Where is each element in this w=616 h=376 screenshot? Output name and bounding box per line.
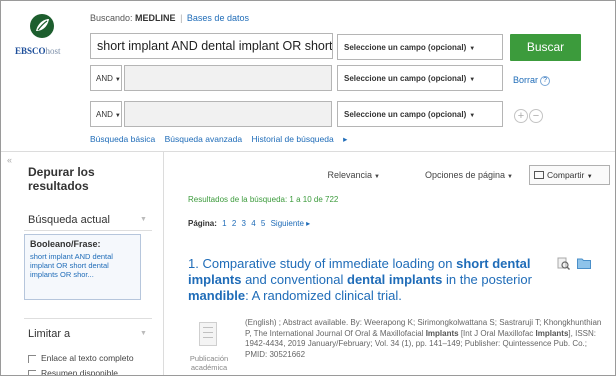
page-link-5[interactable]: 5 xyxy=(261,219,265,228)
search-input-3[interactable] xyxy=(124,101,332,127)
page-label: Página: xyxy=(188,219,217,228)
field-select-1[interactable]: Seleccione un campo (opcional) ▼ xyxy=(337,34,503,60)
result-title-link[interactable]: 1. Comparative study of immediate loadin… xyxy=(188,256,543,304)
collapse-sidebar-icon[interactable]: « xyxy=(7,155,12,165)
document-icon[interactable] xyxy=(199,322,217,346)
result-citation: (English) ; Abstract available. By: Weer… xyxy=(245,318,602,359)
checkbox-icon[interactable] xyxy=(28,369,36,375)
field-select-2[interactable]: Seleccione un campo (opcional) ▼ xyxy=(337,65,503,91)
page-link-4[interactable]: 4 xyxy=(251,219,255,228)
boolean-heading: Booleano/Frase: xyxy=(30,239,101,249)
full-text-checkbox[interactable]: Enlace al texto completo xyxy=(28,353,134,363)
triangle-right-icon: ▸ xyxy=(306,219,311,228)
ebscohost-logo[interactable]: EBSCOhost xyxy=(15,13,75,56)
page-link-1[interactable]: 1 xyxy=(222,219,226,228)
bool-operator-select-2[interactable]: AND ▼ xyxy=(90,65,122,91)
add-row-icon[interactable]: + xyxy=(514,109,528,123)
search-mode-links: Búsqueda básica Búsqueda avanzada Histor… xyxy=(90,134,361,145)
chevron-down-icon: ▼ xyxy=(469,113,476,119)
search-header: EBSCOhost Buscando: MEDLINE | Bases de d… xyxy=(1,1,615,149)
page-options-dropdown[interactable]: Opciones de página ▼ xyxy=(425,170,513,180)
ebsco-leaf-icon xyxy=(30,14,54,38)
chevron-down-icon[interactable]: ▼ xyxy=(140,216,147,223)
chevron-down-icon: ▼ xyxy=(507,174,513,180)
field-select-3[interactable]: Seleccione un campo (opcional) ▼ xyxy=(337,101,503,127)
chevron-down-icon: ▼ xyxy=(469,77,476,83)
help-icon[interactable]: ? xyxy=(540,75,551,86)
separator: | xyxy=(180,13,183,23)
page-link-3[interactable]: 3 xyxy=(242,219,246,228)
chevron-down-icon: ▼ xyxy=(586,174,593,180)
search-input-2[interactable] xyxy=(124,65,332,91)
chevron-down-icon: ▼ xyxy=(374,174,380,180)
clear-link[interactable]: Borrar? xyxy=(513,75,551,86)
searching-label: Buscando: xyxy=(90,13,133,23)
chevron-down-icon[interactable]: ▼ xyxy=(140,330,147,337)
triangle-right-icon: ▸ xyxy=(343,134,348,144)
share-button[interactable]: Compartir ▼ xyxy=(529,165,610,185)
section-rule xyxy=(24,318,152,319)
share-icon xyxy=(534,171,544,179)
section-rule xyxy=(24,230,152,231)
boolean-query-link[interactable]: short implant AND dental implant OR shor… xyxy=(30,252,135,279)
chevron-down-icon: ▼ xyxy=(114,77,121,83)
searching-line: Buscando: MEDLINE | Bases de datos xyxy=(90,13,249,23)
abstract-available-checkbox[interactable]: Resumen disponible xyxy=(28,368,118,375)
page-link-2[interactable]: 2 xyxy=(232,219,236,228)
chevron-down-icon: ▼ xyxy=(469,46,476,52)
publication-type: Publicación académica xyxy=(189,354,229,372)
refine-results-title: Depurar los resultados xyxy=(28,165,95,193)
logo-wordmark: EBSCOhost xyxy=(15,46,61,56)
databases-link[interactable]: Bases de datos xyxy=(187,13,249,23)
preview-magnifier-icon[interactable] xyxy=(557,257,570,270)
current-search-title[interactable]: Búsqueda actual xyxy=(28,214,110,226)
result-count: Resultados de la búsqueda: 1 a 10 de 722 xyxy=(188,195,339,204)
basic-search-link[interactable]: Búsqueda básica xyxy=(90,134,155,144)
pagination: Página: 1 2 3 4 5 Siguiente ▸ xyxy=(188,219,310,228)
database-name: MEDLINE xyxy=(135,13,176,23)
sort-relevance-dropdown[interactable]: Relevancia ▼ xyxy=(328,170,380,180)
chevron-down-icon: ▼ xyxy=(114,113,121,119)
boolean-phrase-box: Booleano/Frase: short implant AND dental… xyxy=(24,234,141,300)
search-input-1[interactable]: short implant AND dental implant OR shor… xyxy=(90,33,333,59)
screen: EBSCOhost Buscando: MEDLINE | Bases de d… xyxy=(0,0,616,376)
checkbox-icon[interactable] xyxy=(28,354,36,363)
limit-to-title[interactable]: Limitar a xyxy=(28,328,70,340)
bool-operator-select-3[interactable]: AND ▼ xyxy=(90,101,122,127)
search-history-link[interactable]: Historial de búsqueda ▸ xyxy=(251,134,354,144)
next-page-link[interactable]: Siguiente ▸ xyxy=(271,219,311,228)
remove-row-icon[interactable]: − xyxy=(529,109,543,123)
advanced-search-link[interactable]: Búsqueda avanzada xyxy=(165,134,243,144)
refine-sidebar: « Depurar los resultados Búsqueda actual… xyxy=(1,152,164,375)
search-button[interactable]: Buscar xyxy=(510,34,581,61)
results-panel: Relevancia ▼ Opciones de página ▼ Resultad… xyxy=(165,152,615,375)
add-to-folder-icon[interactable] xyxy=(577,257,591,269)
